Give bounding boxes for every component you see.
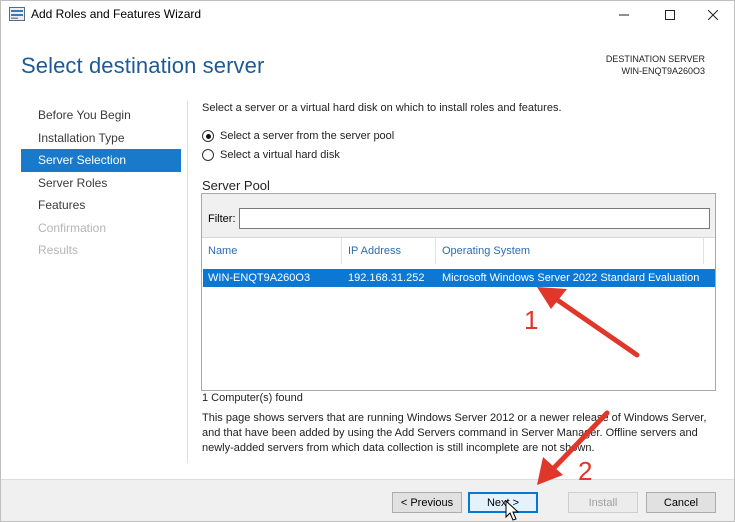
filter-label: Filter:	[208, 213, 236, 225]
radio-server-pool[interactable]: Select a server from the server pool	[202, 130, 394, 142]
instruction-text: Select a server or a virtual hard disk o…	[202, 102, 562, 114]
radio-virtual-hard-disk[interactable]: Select a virtual hard disk	[202, 149, 340, 161]
radio-button-checked[interactable]	[202, 130, 214, 142]
server-pool-panel: Filter: Name IP Address Operating System…	[201, 193, 716, 391]
filter-input[interactable]	[239, 208, 710, 229]
nav-item-server-selection[interactable]: Server Selection	[21, 149, 181, 172]
next-button[interactable]: Next >	[468, 492, 538, 513]
description-text: This page shows servers that are running…	[202, 412, 707, 454]
minimize-icon	[619, 14, 629, 16]
close-icon	[708, 10, 718, 20]
radio-button-unchecked[interactable]	[202, 149, 214, 161]
annotation-label-2: 2	[578, 456, 593, 486]
column-header-name[interactable]: Name	[202, 238, 342, 264]
cell-server-name: WIN-ENQT9A260O3	[208, 272, 311, 284]
radio-virtual-hard-disk-label: Select a virtual hard disk	[220, 149, 340, 161]
wizard-window: Add Roles and Features Wizard Select des…	[0, 0, 735, 522]
nav-divider	[187, 101, 188, 463]
maximize-icon	[665, 10, 675, 20]
window-title: Add Roles and Features Wizard	[31, 7, 202, 21]
nav-item-server-roles[interactable]: Server Roles	[21, 172, 181, 195]
table-row[interactable]: WIN-ENQT9A260O3 192.168.31.252 Microsoft…	[203, 269, 715, 287]
server-pool-label: Server Pool	[202, 178, 270, 193]
filter-area: Filter:	[202, 194, 715, 238]
column-header-operating-system[interactable]: Operating System	[436, 238, 704, 264]
cell-ip-address: 192.168.31.252	[348, 272, 425, 284]
cancel-button[interactable]: Cancel	[646, 492, 716, 513]
column-header-ip-address[interactable]: IP Address	[342, 238, 436, 264]
wizard-footer: < Previous Next > Install Cancel	[1, 479, 734, 521]
nav-item-before-you-begin[interactable]: Before You Begin	[21, 104, 181, 127]
annotation-label-1: 1	[524, 305, 539, 335]
destination-server-label: DESTINATION SERVER	[605, 54, 705, 64]
page-title: Select destination server	[21, 53, 265, 78]
title-bar: Add Roles and Features Wizard	[1, 1, 734, 29]
install-button: Install	[568, 492, 638, 513]
maximize-button[interactable]	[647, 1, 693, 29]
nav-item-installation-type[interactable]: Installation Type	[21, 127, 181, 150]
previous-button[interactable]: < Previous	[392, 492, 462, 513]
radio-server-pool-label: Select a server from the server pool	[220, 130, 395, 142]
wizard-steps-nav: Before You Begin Installation Type Serve…	[21, 104, 181, 262]
nav-item-results: Results	[38, 243, 79, 257]
destination-server-info: DESTINATION SERVER WIN-ENQT9A260O3	[606, 53, 705, 77]
close-button[interactable]	[690, 1, 734, 29]
nav-item-features[interactable]: Features	[21, 194, 181, 217]
server-manager-icon	[9, 7, 25, 21]
cell-operating-system: Microsoft Windows Server 2022 Standard E…	[442, 272, 700, 284]
minimize-button[interactable]	[601, 1, 647, 29]
destination-server-value: WIN-ENQT9A260O3	[621, 66, 705, 76]
nav-item-confirmation: Confirmation	[38, 220, 107, 235]
computers-found-count: 1 Computer(s) found	[202, 392, 303, 404]
